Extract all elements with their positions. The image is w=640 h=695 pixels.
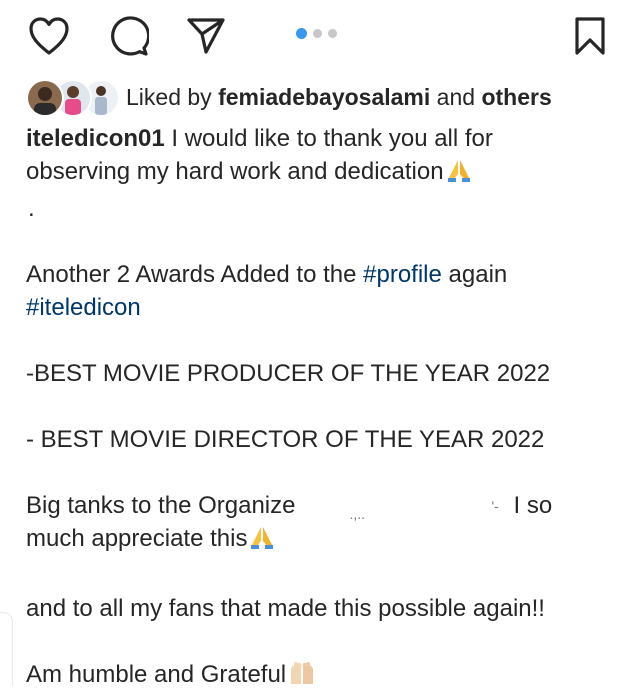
caption-username[interactable]: iteledicon01 (26, 125, 165, 152)
likes-row: Liked by femiadebayosalami and others (26, 78, 552, 117)
carousel-dot (328, 29, 337, 38)
likes-prefix: Liked by (126, 83, 212, 110)
hashtag-profile-link[interactable]: #profile (363, 261, 442, 288)
likes-joiner: and (436, 83, 476, 110)
caption-line: observing my hard work and dedication (26, 155, 611, 192)
caption-text: again (441, 261, 508, 288)
caption-text: I would like to thank you all for (164, 125, 493, 152)
avatar (26, 79, 64, 117)
hashtag-iteledicon-link[interactable]: #iteledicon (26, 294, 141, 321)
caption-line: - BEST MOVIE DIRECTOR OF THE YEAR 2022 (26, 426, 545, 453)
like-button[interactable] (27, 14, 71, 58)
caption-line: Am humble and Grateful (26, 658, 611, 695)
bookmark-icon (575, 17, 605, 55)
save-button[interactable] (568, 14, 612, 58)
share-button[interactable] (184, 14, 228, 58)
caption-line: and to all my fans that made this possib… (26, 595, 545, 622)
caption-text: Am humble and Grateful (26, 661, 287, 688)
liker-username[interactable]: femiadebayosalami (218, 84, 430, 110)
comment-button[interactable] (106, 14, 150, 58)
caption-line: #iteledicon (26, 291, 611, 324)
carousel-dot (313, 29, 322, 38)
comment-box-edge (0, 612, 13, 686)
raised-hands-icon (288, 660, 316, 695)
post-action-bar (0, 0, 640, 75)
praying-hands-icon (249, 524, 275, 559)
caption-text: much appreciate this (26, 525, 248, 552)
carousel-indicator (296, 28, 337, 39)
caption-line: . (28, 195, 35, 222)
caption-line: Big tanks to the Organize .,.. '- I so (26, 489, 611, 522)
likes-summary[interactable]: Liked by femiadebayosalami and others (126, 84, 552, 111)
comment-icon (111, 16, 149, 56)
caption-text: I so (513, 492, 553, 519)
caption-text: observing my hard work and dedication (26, 158, 444, 185)
carousel-dot-active (296, 28, 307, 39)
liker-avatars[interactable] (26, 79, 120, 117)
redacted-mention: .,.. '- (349, 497, 499, 522)
caption-line: much appreciate this (26, 522, 611, 559)
caption-text: Big tanks to the Organize (26, 492, 296, 519)
post-caption: iteledicon01 I would like to thank you a… (26, 122, 611, 695)
heart-icon (29, 17, 69, 55)
likes-others-link[interactable]: others (481, 84, 551, 110)
caption-line: iteledicon01 I would like to thank you a… (26, 122, 611, 155)
share-icon (187, 18, 225, 54)
caption-line: Another 2 Awards Added to the #profile a… (26, 258, 611, 291)
caption-text: Another 2 Awards Added to the (26, 261, 364, 288)
caption-line: -BEST MOVIE PRODUCER OF THE YEAR 2022 (26, 360, 551, 387)
praying-hands-icon (446, 157, 472, 192)
